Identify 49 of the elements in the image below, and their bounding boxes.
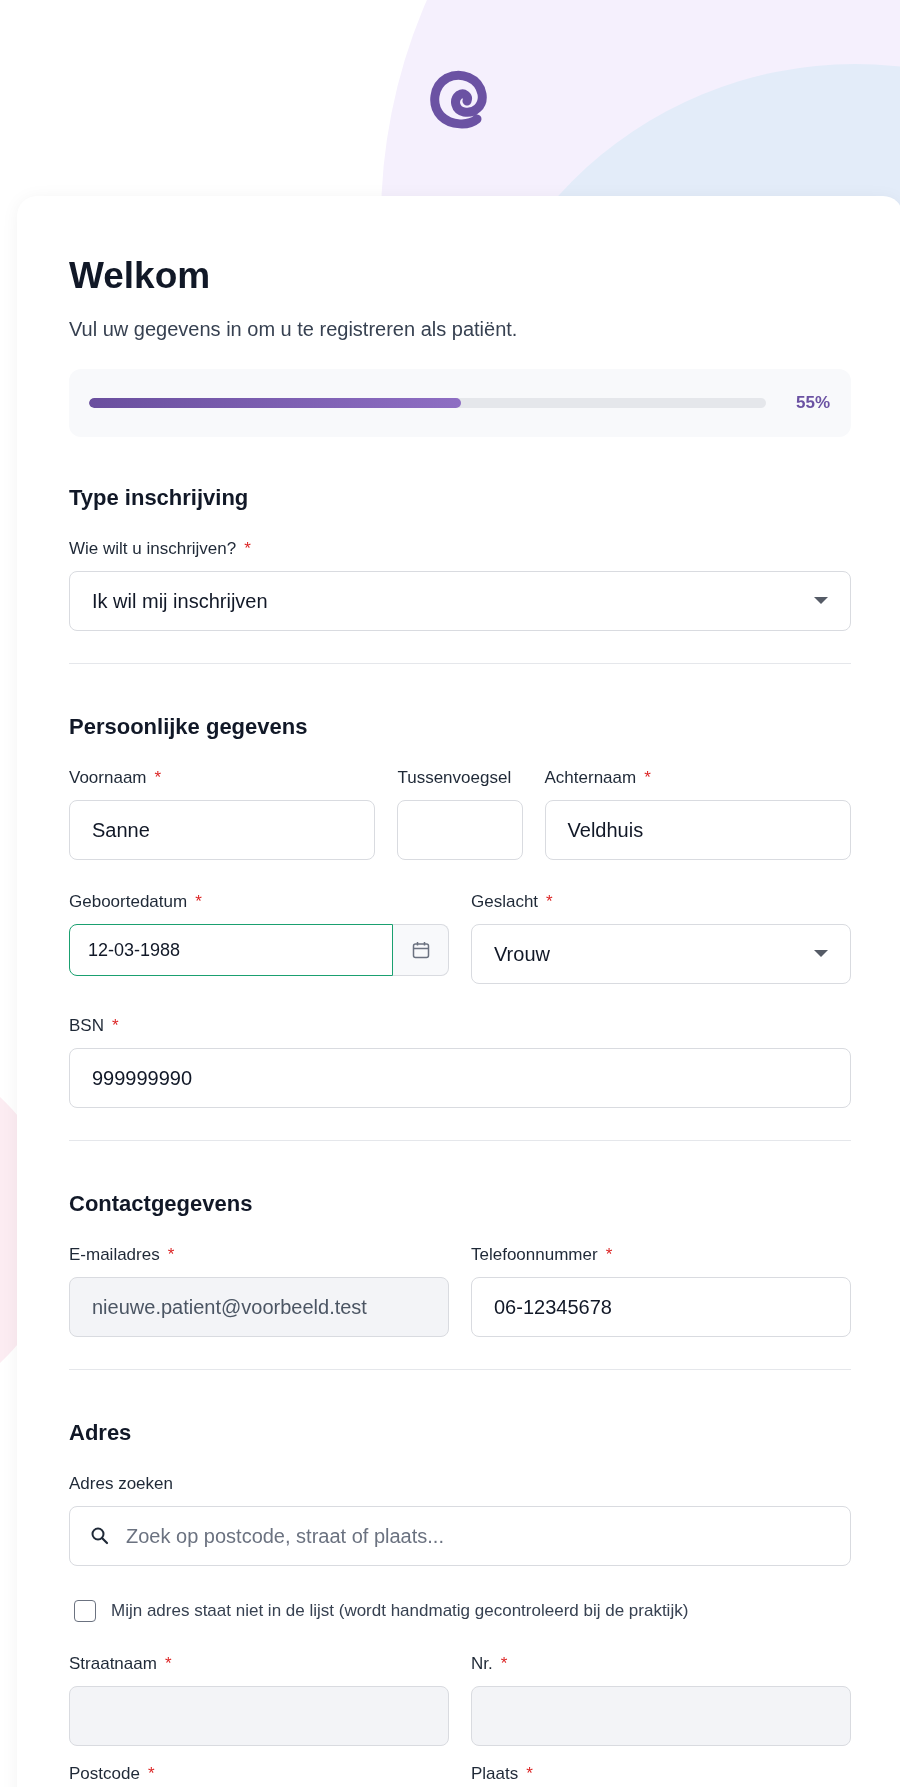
required-mark: *: [526, 1764, 533, 1784]
date-field[interactable]: 12-03-1988: [69, 924, 393, 976]
field-label: Geslacht: [471, 892, 539, 912]
field-label: Postcode: [69, 1764, 140, 1784]
section-title: Persoonlijke gegevens: [69, 714, 309, 740]
caret-icon: [814, 597, 828, 605]
required-mark: *: [644, 768, 651, 788]
required-mark: *: [111, 1016, 119, 1036]
search-icon: [90, 1526, 110, 1546]
field-label: Adres zoeken: [69, 1474, 173, 1494]
input-field[interactable]: 999999990: [69, 1048, 851, 1108]
required-mark: *: [164, 1654, 172, 1674]
field-label: Achternaam: [544, 768, 637, 788]
select-field[interactable]: Ik wil mij inschrijven: [69, 571, 851, 631]
required-mark: *: [167, 1245, 175, 1265]
required-mark: *: [195, 892, 202, 912]
input-field[interactable]: [397, 800, 523, 860]
required-mark: *: [500, 1654, 508, 1674]
section-title: Adres: [69, 1420, 133, 1446]
field-label: Straatnaam: [69, 1654, 157, 1674]
input-field[interactable]: 06-12345678: [471, 1277, 851, 1337]
progress-percent: 55%: [795, 393, 830, 413]
input-field[interactable]: Sanne: [69, 800, 376, 860]
calendar-button[interactable]: [393, 924, 449, 976]
caret-icon: [814, 950, 828, 958]
field-label: Plaats: [471, 1764, 519, 1784]
required-mark: *: [546, 892, 553, 912]
required-mark: *: [147, 1764, 155, 1784]
field-label: BSN: [69, 1016, 104, 1036]
field-label: Voornaam: [69, 768, 147, 788]
required-mark: *: [244, 539, 251, 559]
select-field[interactable]: Vrouw: [471, 924, 851, 984]
page-subtitle: Vul uw gegevens in om u te registreren als patiënt.: [69, 318, 519, 341]
section-title: Type inschrijving: [69, 485, 250, 511]
field-label: Telefoonnummer: [471, 1245, 598, 1265]
checkbox-label: Mijn adres staat niet in de lijst (wordt handmatig gecontroleerd bij de praktijk): [111, 1601, 689, 1621]
calendar-icon: [410, 940, 431, 960]
field-label: E-mailadres: [69, 1245, 160, 1265]
section-title: Contactgegevens: [69, 1191, 254, 1217]
field-label: Wie wilt u inschrijven?: [69, 539, 237, 559]
required-mark: *: [605, 1245, 613, 1265]
field-label: Tussenvoegsel: [397, 768, 512, 788]
required-mark: *: [154, 768, 162, 788]
field-label: Geboortedatum: [69, 892, 188, 912]
search-field[interactable]: Zoek op postcode, straat of plaats...: [69, 1506, 851, 1566]
field-label: Nr.: [471, 1654, 493, 1674]
page-title: Welkom: [69, 254, 212, 298]
input-field[interactable]: Veldhuis: [544, 800, 851, 860]
checkbox[interactable]: [74, 1600, 96, 1622]
